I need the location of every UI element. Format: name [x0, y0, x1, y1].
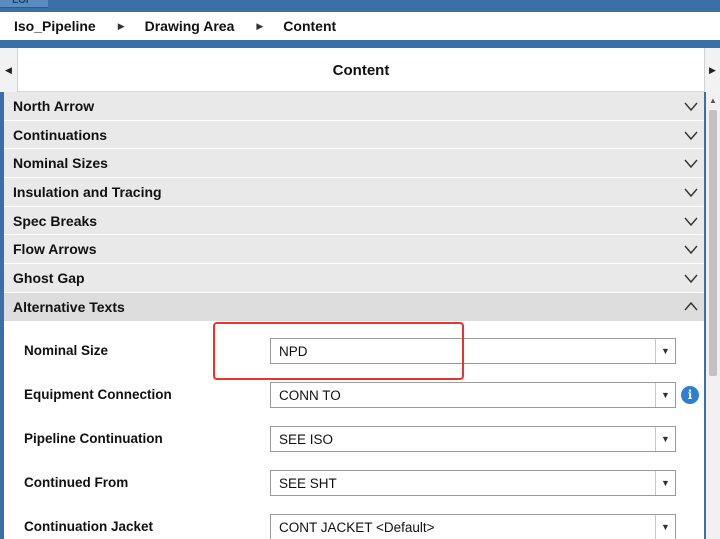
section-north-arrow[interactable]: North Arrow: [4, 92, 704, 121]
section-label: North Arrow: [13, 97, 95, 114]
dropdown-value: CONN TO: [279, 387, 341, 403]
dropdown-arrow-icon[interactable]: ▼: [655, 383, 675, 407]
property-label: Equipment Connection: [24, 387, 172, 402]
section-label: Ghost Gap: [13, 269, 85, 286]
property-label: Pipeline Continuation: [24, 431, 163, 446]
chevron-down-icon: [684, 102, 698, 112]
property-label: Continued From: [24, 475, 129, 490]
breadcrumb-separator-icon: ▶: [256, 20, 264, 31]
breadcrumb-item-content[interactable]: Content: [283, 18, 336, 34]
vertical-scrollbar[interactable]: ▲: [706, 92, 720, 539]
dropdown-arrow-icon[interactable]: ▼: [655, 515, 675, 539]
breadcrumb-item-iso-pipeline[interactable]: Iso_Pipeline: [14, 18, 96, 34]
property-label: Continuation Jacket: [24, 519, 154, 534]
section-flow-arrows[interactable]: Flow Arrows: [4, 235, 704, 265]
section-label: Flow Arrows: [13, 241, 97, 258]
window-top-strip: [0, 0, 720, 12]
dropdown-value: CONT JACKET <Default>: [279, 519, 435, 535]
chevron-up-icon: [684, 301, 698, 311]
page-title: Content: [332, 61, 390, 79]
triangle-right-icon: ▶: [709, 64, 716, 75]
section-spec-breaks[interactable]: Spec Breaks: [4, 206, 704, 236]
app-logo: LOI: [0, 0, 48, 8]
section-nominal-sizes[interactable]: Nominal Sizes: [4, 149, 704, 179]
chevron-down-icon: [684, 274, 698, 284]
dropdown-arrow-icon[interactable]: ▼: [655, 471, 675, 495]
section-continuations[interactable]: Continuations: [4, 120, 704, 150]
breadcrumb-separator-icon: ▶: [117, 20, 125, 31]
property-label: Nominal Size: [24, 343, 109, 358]
dropdown-arrow-icon[interactable]: ▼: [655, 339, 675, 363]
dropdown-value: SEE SHT: [279, 475, 337, 491]
continued-from-dropdown[interactable]: SEE SHT ▼: [270, 470, 676, 496]
highlight-annotation: [213, 322, 464, 380]
nav-left-button[interactable]: ◀: [0, 48, 18, 92]
scroll-up-arrow-icon[interactable]: ▲: [706, 94, 720, 106]
chevron-down-icon: [684, 159, 698, 169]
breadcrumb-item-drawing-area[interactable]: Drawing Area: [145, 18, 235, 34]
breadcrumb: Iso_Pipeline ▶ Drawing Area ▶ Content: [0, 12, 720, 40]
chevron-down-icon: [684, 131, 698, 140]
section-label: Alternative Texts: [13, 298, 125, 315]
chevron-down-icon: [684, 217, 698, 226]
section-insulation-and-tracing[interactable]: Insulation and Tracing: [4, 178, 704, 207]
chevron-down-icon: [684, 188, 698, 198]
section-label: Nominal Sizes: [13, 155, 108, 172]
info-icon[interactable]: i: [681, 386, 699, 404]
section-label: Spec Breaks: [13, 212, 98, 229]
dropdown-value: SEE ISO: [279, 431, 334, 447]
divider-band: [0, 40, 720, 48]
pipeline-continuation-dropdown[interactable]: SEE ISO ▼: [270, 426, 676, 452]
equipment-connection-dropdown[interactable]: CONN TO ▼: [270, 382, 676, 408]
dropdown-arrow-icon[interactable]: ▼: [655, 427, 675, 451]
section-ghost-gap[interactable]: Ghost Gap: [4, 264, 704, 293]
section-label: Insulation and Tracing: [13, 183, 162, 200]
content-header: ◀ Content ▶: [0, 48, 720, 92]
nav-right-button[interactable]: ▶: [704, 48, 720, 92]
continuation-jacket-dropdown[interactable]: CONT JACKET <Default> ▼: [270, 514, 676, 539]
scrollbar-thumb[interactable]: [709, 110, 717, 376]
chevron-down-icon: [684, 245, 698, 255]
section-alternative-texts[interactable]: Alternative Texts: [4, 292, 704, 322]
triangle-left-icon: ◀: [5, 64, 12, 75]
section-label: Continuations: [13, 126, 108, 143]
